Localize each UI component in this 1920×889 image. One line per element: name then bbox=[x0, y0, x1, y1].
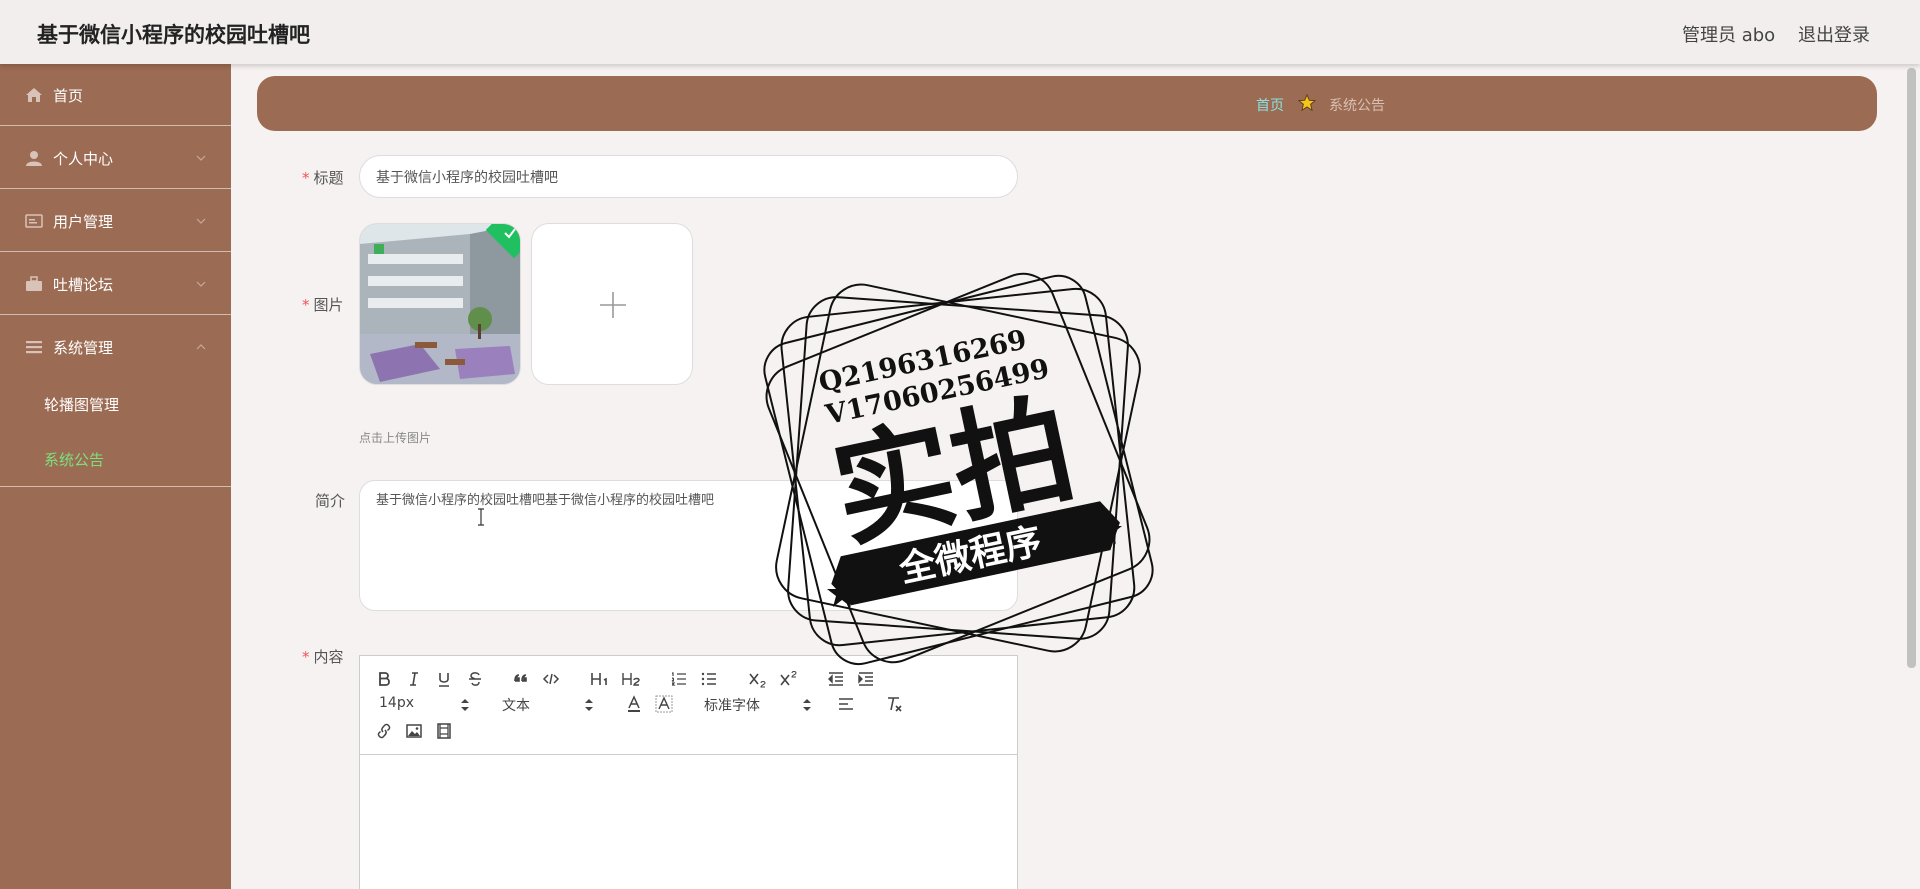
chevron-down-icon bbox=[196, 218, 206, 224]
image-icon bbox=[406, 724, 422, 738]
subscript-button[interactable] bbox=[748, 670, 770, 690]
id-card-icon bbox=[25, 214, 43, 228]
plus-icon bbox=[600, 292, 626, 318]
bold-icon bbox=[379, 672, 390, 686]
sidebar-item-system[interactable]: 系统管理 bbox=[0, 316, 231, 378]
header-select[interactable]: 文本 bbox=[502, 695, 597, 715]
heading2-icon bbox=[622, 673, 640, 686]
brief-textarea[interactable]: 基于微信小程序的校园吐槽吧基于微信小程序的校园吐槽吧 bbox=[359, 480, 1018, 611]
list-icon bbox=[26, 341, 42, 354]
superscript-icon bbox=[780, 671, 797, 686]
select-arrows-icon bbox=[803, 699, 811, 711]
breadcrumb-home[interactable]: 首页 bbox=[1256, 95, 1284, 115]
underline-icon bbox=[439, 673, 449, 687]
briefcase-icon bbox=[26, 276, 42, 291]
font-family-select[interactable]: 标准字体 bbox=[704, 695, 814, 715]
font-color-icon bbox=[628, 695, 640, 712]
sidebar-subitem-carousel[interactable]: 轮播图管理 bbox=[44, 394, 119, 415]
align-button[interactable] bbox=[837, 695, 859, 715]
link-icon bbox=[377, 723, 391, 739]
app-title: 基于微信小程序的校园吐槽吧 bbox=[37, 23, 310, 47]
text-color-button[interactable] bbox=[625, 695, 647, 715]
breadcrumb-current: 系统公告 bbox=[1329, 98, 1385, 114]
strike-button[interactable] bbox=[466, 670, 488, 690]
font-size-select[interactable]: 14px bbox=[379, 695, 474, 711]
top-bar: 基于微信小程序的校园吐槽吧 管理员 abo 退出登录 bbox=[0, 0, 1920, 64]
sidebar-item-label: 系统管理 bbox=[53, 339, 114, 357]
star-icon bbox=[1298, 94, 1316, 112]
sidebar-item-forum[interactable]: 吐槽论坛 bbox=[0, 253, 231, 315]
h2-button[interactable] bbox=[621, 670, 643, 690]
align-left-icon bbox=[839, 698, 853, 710]
campus-photo bbox=[360, 224, 520, 384]
image-button[interactable] bbox=[405, 722, 427, 742]
sidebar-item-users[interactable]: 用户管理 bbox=[0, 190, 231, 252]
user-icon bbox=[26, 151, 42, 166]
background-color-button[interactable] bbox=[655, 695, 677, 715]
user-label: 管理员 abo bbox=[1682, 25, 1776, 46]
clear-format-button[interactable] bbox=[885, 695, 907, 715]
sidebar-item-home[interactable]: 首页 bbox=[0, 64, 231, 126]
outdent-icon bbox=[828, 672, 843, 686]
indent-icon bbox=[858, 672, 873, 686]
brief-label: 简介 bbox=[315, 492, 346, 510]
sidebar-item-label: 首页 bbox=[53, 87, 84, 105]
sidebar-item-label: 用户管理 bbox=[53, 213, 114, 231]
chevron-down-icon bbox=[196, 155, 206, 161]
home-icon bbox=[26, 88, 42, 102]
sidebar-item-label: 个人中心 bbox=[53, 150, 114, 168]
outdent-button[interactable] bbox=[827, 670, 849, 690]
underline-button[interactable] bbox=[435, 670, 457, 690]
link-button[interactable] bbox=[375, 722, 397, 742]
highlight-icon bbox=[655, 695, 673, 713]
sidebar-divider bbox=[0, 486, 231, 487]
h1-button[interactable] bbox=[590, 670, 612, 690]
quote-icon bbox=[514, 674, 527, 682]
title-input[interactable] bbox=[359, 155, 1018, 198]
breadcrumb: 首页 系统公告 bbox=[257, 76, 1877, 131]
blockquote-button[interactable] bbox=[512, 670, 534, 690]
editor-toolbar: 14px 文本 标准字体 bbox=[360, 656, 1017, 755]
sidebar-item-label: 吐槽论坛 bbox=[53, 276, 114, 294]
bullet-list-icon bbox=[701, 672, 716, 686]
sidebar-item-personal[interactable]: 个人中心 bbox=[0, 127, 231, 189]
page-scrollbar[interactable] bbox=[1903, 64, 1920, 889]
indent-button[interactable] bbox=[857, 670, 879, 690]
heading1-icon bbox=[591, 673, 607, 685]
video-icon bbox=[437, 723, 451, 739]
subscript-icon bbox=[749, 673, 766, 688]
rich-text-editor: 14px 文本 标准字体 bbox=[359, 655, 1018, 889]
code-block-button[interactable] bbox=[542, 670, 564, 690]
content-label: * 内容 bbox=[302, 648, 344, 666]
check-icon bbox=[504, 228, 516, 239]
chevron-up-icon bbox=[196, 344, 206, 350]
logout-button[interactable]: 退出登录 bbox=[1798, 21, 1870, 47]
bold-button[interactable] bbox=[375, 670, 397, 690]
select-arrows-icon bbox=[461, 699, 469, 711]
chevron-down-icon bbox=[196, 281, 206, 287]
sidebar-subitem-notice[interactable]: 系统公告 bbox=[44, 449, 104, 470]
ordered-list-icon bbox=[671, 672, 686, 686]
ordered-list-button[interactable] bbox=[670, 670, 692, 690]
italic-icon bbox=[410, 672, 418, 686]
uploaded-image[interactable] bbox=[359, 223, 521, 385]
clear-format-icon bbox=[888, 697, 902, 712]
select-arrows-icon bbox=[585, 699, 593, 711]
add-image-button[interactable] bbox=[531, 223, 693, 385]
scrollbar-thumb[interactable] bbox=[1907, 68, 1916, 668]
code-icon bbox=[542, 673, 560, 685]
upload-tip: 点击上传图片 bbox=[359, 431, 432, 445]
image-label: * 图片 bbox=[302, 296, 344, 314]
italic-button[interactable] bbox=[405, 670, 427, 690]
text-cursor-icon bbox=[478, 508, 484, 526]
sidebar: 首页 个人中心 用户管理 吐槽论坛 系统管理 轮播图管理 系统公告 bbox=[0, 64, 231, 889]
strikethrough-icon bbox=[469, 672, 481, 686]
editor-content-area[interactable] bbox=[360, 756, 1017, 889]
superscript-button[interactable] bbox=[779, 670, 801, 690]
title-label: * 标题 bbox=[302, 169, 344, 187]
video-button[interactable] bbox=[435, 722, 457, 742]
bullet-list-button[interactable] bbox=[700, 670, 722, 690]
